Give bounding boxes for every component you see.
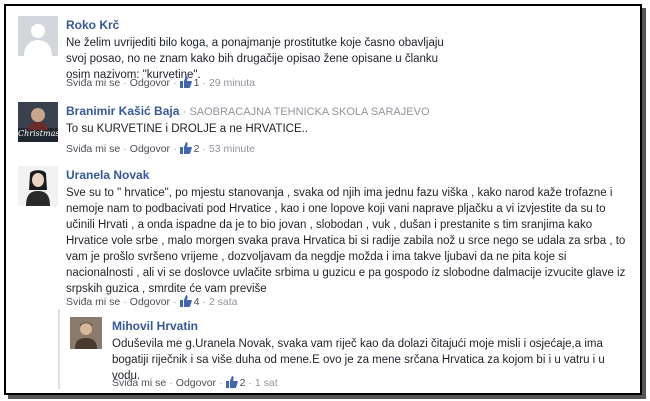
- reply-button[interactable]: Odgovor: [176, 377, 216, 389]
- reply-button[interactable]: Odgovor: [130, 296, 170, 308]
- comments-frame: Roko Krč Ne želim uvrijediti bilo koga, …: [4, 4, 642, 395]
- commenter-name[interactable]: Mihovil Hrvatin: [112, 319, 198, 333]
- like-button[interactable]: Sviđa mi se: [66, 143, 120, 155]
- like-count: 1: [193, 77, 200, 89]
- default-avatar-icon: [18, 16, 58, 56]
- reply-thread-line: [58, 309, 60, 389]
- commenter-affiliation[interactable]: · SAOBRACAJNA TEHNICKA SKOLA SARAJEVO: [183, 106, 430, 118]
- avatar-caption: Christmas: [18, 129, 58, 138]
- timestamp[interactable]: 2 sata: [209, 296, 238, 308]
- profile-photo-icon: [70, 317, 102, 349]
- commenter-name[interactable]: Uranela Novak: [66, 168, 149, 182]
- timestamp[interactable]: 29 minuta: [209, 77, 255, 89]
- like-count: 4: [193, 296, 200, 308]
- avatar[interactable]: [18, 166, 58, 206]
- reply-button[interactable]: Odgovor: [130, 77, 170, 89]
- commenter-name[interactable]: Branimir Kašić Baja: [66, 104, 179, 118]
- like-button[interactable]: Sviđa mi se: [66, 296, 120, 308]
- like-button[interactable]: Sviđa mi se: [112, 377, 166, 389]
- comment-actions: Sviđa mi se · Odgovor · 2 · 53 minute: [66, 142, 256, 157]
- avatar[interactable]: [70, 317, 102, 349]
- reply-comment: Mihovil Hrvatin Oduševila me g.Uranela N…: [62, 309, 640, 393]
- timestamp[interactable]: 1 sat: [255, 377, 278, 389]
- comment: Uranela Novak Sve su to " hrvatice", po …: [6, 158, 640, 308]
- timestamp[interactable]: 53 minute: [209, 143, 255, 155]
- profile-photo-icon: [18, 166, 58, 206]
- reply-button[interactable]: Odgovor: [130, 143, 170, 155]
- commenter-name-row: Branimir Kašić Baja · SAOBRACAJNA TEHNIC…: [66, 104, 430, 118]
- avatar[interactable]: [18, 16, 58, 56]
- comment-text: To su KURVETINE i DROLJE a ne HRVATICE..: [66, 123, 308, 135]
- comment-actions: Sviđa mi se · Odgovor · 2 · 1 sat: [112, 376, 278, 391]
- commenter-name[interactable]: Roko Krč: [66, 18, 119, 32]
- comment-actions: Sviđa mi se · Odgovor · 1 · 29 minuta: [66, 76, 256, 91]
- like-button[interactable]: Sviđa mi se: [66, 77, 120, 89]
- thumbs-up-icon: [179, 76, 192, 91]
- thumbs-up-icon: [179, 295, 192, 310]
- comment: Roko Krč Ne želim uvrijediti bilo koga, …: [6, 6, 640, 96]
- thumbs-up-icon: [225, 376, 238, 391]
- comment-actions: Sviđa mi se · Odgovor · 4 · 2 sata: [66, 295, 238, 310]
- avatar[interactable]: Christmas: [18, 102, 58, 142]
- comment-text: Sve su to " hrvatice", po mjestu stanova…: [66, 187, 626, 295]
- thumbs-up-icon: [179, 142, 192, 157]
- like-count: 2: [193, 143, 200, 155]
- like-count: 2: [239, 377, 246, 389]
- comment: Christmas Branimir Kašić Baja · SAOBRACA…: [6, 96, 640, 158]
